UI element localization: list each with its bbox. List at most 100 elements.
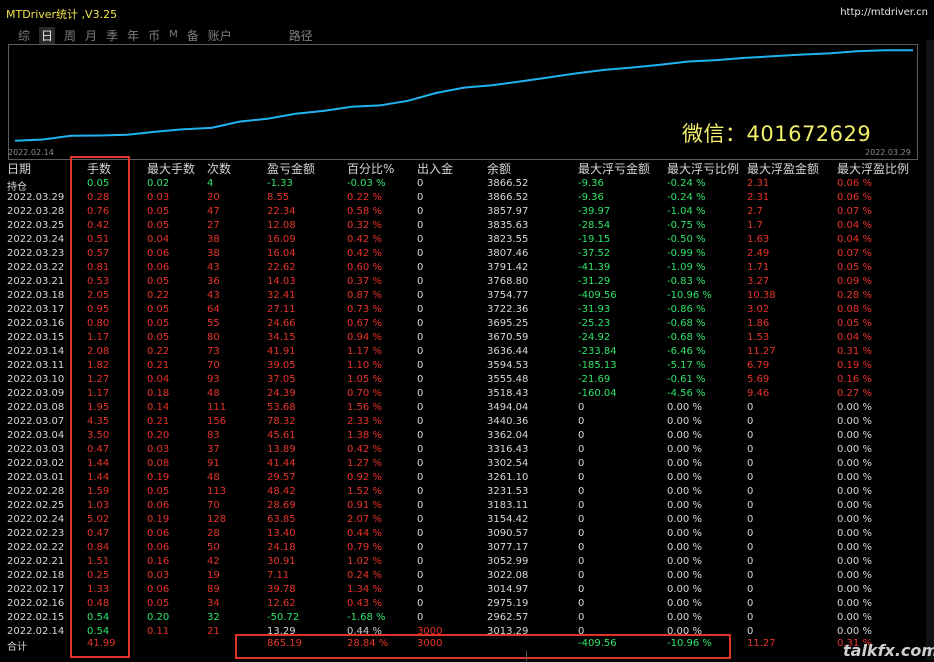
holding-row[interactable]: 持仓 0.05 0.02 4 -1.33 -0.03 % 0 3866.52 -9.36 -0.2… — [0, 178, 934, 193]
table-cell: 16.09 — [267, 234, 296, 245]
table-row[interactable]: 2022.03.18 2.05 0.22 43 32.41 0.87 % 0 3754.77-… — [0, 290, 934, 304]
table-cell: 2022.03.23 — [7, 248, 65, 259]
table-row[interactable]: 2022.02.17 1.33 0.06 89 39.78 1.34 % 0 3014.97 0… — [0, 584, 934, 598]
table-cell: 0 — [747, 472, 754, 483]
tab-week[interactable]: 周 — [64, 27, 76, 45]
table-cell: 1.63 — [747, 234, 770, 245]
tab-quarter[interactable]: 季 — [106, 27, 118, 45]
table-row[interactable]: 2022.03.02 1.44 0.08 91 41.44 1.27 % 0 3302.54 0… — [0, 458, 934, 472]
table-cell: 0.05 — [147, 304, 170, 315]
tab-summary[interactable]: 综 — [18, 27, 30, 45]
table-row[interactable]: 2022.02.21 1.51 0.16 42 30.91 1.02 % 0 3052.99 0… — [0, 556, 934, 570]
column-header[interactable]: 最大手数 — [147, 160, 195, 177]
table-cell: 持仓 — [7, 182, 27, 193]
table-cell: 36 — [207, 276, 220, 287]
table-cell: 0.32 % — [347, 220, 382, 231]
tab-backup[interactable]: 备 — [187, 27, 199, 45]
table-row[interactable]: 2022.03.25 0.42 0.05 27 12.08 0.32 % 0 3835.63-… — [0, 220, 934, 234]
table-cell: 0.06 — [147, 262, 170, 273]
table-row[interactable]: 2022.03.21 0.53 0.05 36 14.03 0.37 % 0 3768.80-… — [0, 276, 934, 290]
table-cell: 0.24 % — [347, 570, 382, 581]
tab-year[interactable]: 年 — [127, 27, 139, 45]
table-cell: -31.29 — [578, 276, 611, 287]
table-cell: -21.69 — [578, 374, 611, 385]
table-cell: 0 — [417, 584, 424, 595]
table-row[interactable]: 2022.02.16 0.48 0.05 34 12.62 0.43 % 0 2975.19 0… — [0, 598, 934, 612]
table-row[interactable]: 2022.03.04 3.50 0.20 83 45.61 1.38 % 0 3362.04 0… — [0, 430, 934, 444]
table-cell: -1.33 — [267, 178, 293, 189]
table-cell: 41.44 — [267, 458, 296, 469]
tab-account[interactable]: 账户 — [208, 27, 232, 45]
table-row[interactable]: 2022.03.28 0.76 0.05 47 22.34 0.58 % 0 3857.97-… — [0, 206, 934, 220]
tab-m[interactable]: M — [169, 27, 178, 45]
table-cell: 3316.43 — [487, 444, 529, 455]
table-cell: -50.72 — [267, 612, 300, 623]
table-row[interactable]: 2022.02.22 0.84 0.06 50 24.18 0.79 % 0 3077.17 0… — [0, 542, 934, 556]
table-row[interactable]: 2022.03.14 2.08 0.22 73 41.91 1.17 % 0 3636.44-… — [0, 346, 934, 360]
table-cell: -5.17 % — [667, 360, 706, 371]
table-cell: -24.92 — [578, 332, 611, 343]
website-link[interactable]: http://mtdriver.cn — [840, 7, 928, 18]
table-cell: 2022.02.28 — [7, 486, 65, 497]
table-cell: 0.06 % — [837, 178, 872, 189]
table-cell: 2022.03.03 — [7, 444, 65, 455]
table-cell: 0.14 — [147, 402, 170, 413]
table-cell: -0.24 % — [667, 178, 706, 189]
column-header[interactable]: 余额 — [487, 160, 511, 177]
table-row[interactable]: 2022.03.22 0.81 0.06 43 22.62 0.60 % 0 3791.42-… — [0, 262, 934, 276]
table-row[interactable]: 2022.03.08 1.95 0.14 111 53.68 1.56 % 0 3494.04… — [0, 402, 934, 416]
table-cell: -0.03 % — [347, 178, 386, 189]
table-row[interactable]: 2022.02.15 0.54 0.20 32 -50.72 -1.68 % 0 2962.5… — [0, 612, 934, 626]
table-row[interactable]: 2022.03.01 1.44 0.19 48 29.57 0.92 % 0 3261.10 0… — [0, 472, 934, 486]
column-header[interactable]: 盈亏金额 — [267, 160, 315, 177]
table-row[interactable]: 2022.03.11 1.82 0.21 70 39.05 1.10 % 0 3594.53-… — [0, 360, 934, 374]
table-cell: 0 — [747, 570, 754, 581]
column-header[interactable]: 日期 — [7, 160, 31, 177]
column-header[interactable]: 出入金 — [417, 160, 453, 177]
table-row[interactable]: 2022.02.18 0.25 0.03 19 7.11 0.24 % 0 3022.08 0 0… — [0, 570, 934, 584]
table-cell: 39.05 — [267, 360, 296, 371]
table-row[interactable]: 2022.02.24 5.02 0.19 128 63.85 2.07 % 0 3154.42… — [0, 514, 934, 528]
table-row[interactable]: 2022.02.23 0.47 0.06 28 13.40 0.44 % 0 3090.57 0… — [0, 528, 934, 542]
table-row[interactable]: 2022.03.17 0.95 0.05 64 27.11 0.73 % 0 3722.36-… — [0, 304, 934, 318]
table-cell: 0 — [578, 556, 585, 567]
column-header[interactable]: 百分比% — [347, 160, 394, 177]
table-cell: 0 — [747, 542, 754, 553]
table-row[interactable]: 2022.03.24 0.51 0.04 38 16.09 0.42 % 0 3823.55-… — [0, 234, 934, 248]
table-cell: 0 — [417, 486, 424, 497]
table-row[interactable]: 2022.03.10 1.27 0.04 93 37.05 1.05 % 0 3555.48-… — [0, 374, 934, 388]
tab-currency[interactable]: 币 — [148, 27, 160, 45]
table-cell: 0 — [747, 584, 754, 595]
table-row[interactable]: 2022.03.29 0.28 0.03 20 8.55 0.22 % 0 3866.52 -9… — [0, 192, 934, 206]
column-header[interactable]: 最大浮盈比例 — [837, 160, 909, 177]
table-cell: 3823.55 — [487, 234, 529, 245]
table-cell: 0 — [417, 206, 424, 217]
table-cell: 0.00 % — [837, 612, 872, 623]
column-header[interactable]: 最大浮亏比例 — [667, 160, 739, 177]
table-cell: 0.22 — [147, 290, 170, 301]
table-row[interactable]: 2022.03.15 1.17 0.05 80 34.15 0.94 % 0 3670.59-… — [0, 332, 934, 346]
tab-path[interactable]: 路径 — [289, 27, 313, 45]
column-header[interactable]: 最大浮盈金额 — [747, 160, 819, 177]
column-header[interactable]: 次数 — [207, 160, 231, 177]
table-row[interactable]: 2022.03.09 1.17 0.18 48 24.39 0.70 % 0 3518.43-… — [0, 388, 934, 402]
table-cell: 34 — [207, 598, 220, 609]
table-cell: -0.68 % — [667, 318, 706, 329]
table-cell: 0 — [417, 612, 424, 623]
column-header[interactable]: 最大浮亏金额 — [578, 160, 650, 177]
table-row[interactable]: 2022.03.16 0.80 0.05 55 24.66 0.67 % 0 3695.25-… — [0, 318, 934, 332]
table-row[interactable]: 2022.03.23 0.57 0.06 38 16.04 0.42 % 0 3807.46-… — [0, 248, 934, 262]
table-cell: 0 — [417, 220, 424, 231]
table-row[interactable]: 2022.02.25 1.03 0.06 70 28.69 0.91 % 0 3183.11 0… — [0, 500, 934, 514]
table-cell: 0.58 % — [347, 206, 382, 217]
table-cell: -0.99 % — [667, 248, 706, 259]
scrollbar[interactable] — [926, 40, 934, 660]
table-row[interactable]: 2022.03.03 0.47 0.03 37 13.89 0.42 % 0 3316.43 0… — [0, 444, 934, 458]
table-row[interactable]: 2022.02.28 1.59 0.05 113 48.42 1.52 % 0 3231.53… — [0, 486, 934, 500]
table-cell: 0.92 % — [347, 472, 382, 483]
table-cell: 1.53 — [747, 332, 770, 343]
tab-day[interactable]: 日 — [39, 27, 56, 45]
tab-month[interactable]: 月 — [85, 27, 97, 45]
table-cell: 0.04 % — [837, 220, 872, 231]
table-row[interactable]: 2022.03.07 4.35 0.21 156 78.32 2.33 % 0 3440.36… — [0, 416, 934, 430]
